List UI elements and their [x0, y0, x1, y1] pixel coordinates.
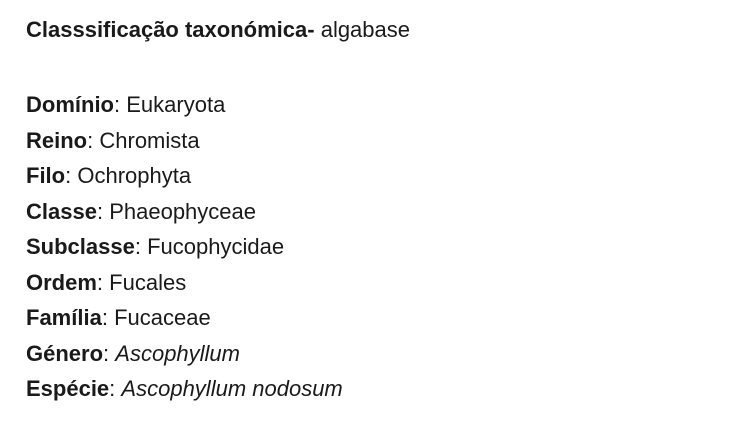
rank-label: Classe	[26, 198, 97, 224]
taxonomy-row-dominio: Domínio: Eukaryota	[26, 87, 716, 123]
taxonomy-row-familia: Família: Fucaceae	[26, 300, 716, 336]
separator: :	[87, 127, 94, 153]
separator: :	[134, 234, 141, 259]
taxonomy-row-genero: Género: Ascophyllum	[26, 336, 716, 372]
rank-label: Espécie	[26, 376, 110, 401]
taxonomy-row-filo: Filo: Ochrophyta	[26, 158, 716, 194]
document-body: Classsificação taxonómica- algabase Domí…	[26, 15, 716, 407]
taxonomy-row-especie: Espécie: Ascophyllum nodosum	[26, 371, 716, 407]
heading-source: algabase	[320, 17, 411, 42]
separator: :	[96, 198, 104, 224]
taxonomy-list: Domínio: Eukaryota Reino: Chromista Filo…	[26, 87, 716, 407]
rank-label: Domínio	[26, 92, 114, 117]
rank-value: Fucophycidae	[147, 234, 285, 259]
heading-title: Classsificação taxonómica-	[26, 17, 315, 42]
rank-value: Fucales	[109, 269, 187, 295]
taxonomy-row-classe: Classe: Phaeophyceae	[26, 194, 716, 230]
separator: :	[109, 376, 116, 401]
rank-label: Filo	[26, 163, 66, 188]
separator: :	[65, 163, 72, 188]
rank-label: Reino	[26, 127, 88, 153]
separator: :	[114, 92, 121, 117]
taxonomy-row-ordem: Ordem: Fucales	[26, 265, 716, 301]
separator: :	[96, 269, 104, 295]
classification-heading: Classsificação taxonómica- algabase	[26, 15, 716, 45]
rank-value: Chromista	[99, 127, 200, 153]
rank-value: Fucaceae	[114, 305, 211, 330]
rank-value: Phaeophyceae	[109, 198, 256, 224]
rank-label: Família	[26, 305, 102, 330]
rank-value: Eukaryota	[126, 92, 226, 117]
rank-label: Género	[26, 340, 104, 366]
taxonomy-row-subclasse: Subclasse: Fucophycidae	[26, 229, 716, 265]
rank-label: Subclasse	[26, 234, 135, 259]
separator: :	[101, 305, 108, 330]
taxonomy-row-reino: Reino: Chromista	[26, 123, 716, 159]
separator: :	[103, 340, 110, 366]
rank-value: Ochrophyta	[77, 163, 192, 188]
rank-label: Ordem	[26, 269, 97, 295]
rank-value: Ascophyllum nodosum	[121, 376, 343, 401]
rank-value: Ascophyllum	[115, 340, 240, 366]
